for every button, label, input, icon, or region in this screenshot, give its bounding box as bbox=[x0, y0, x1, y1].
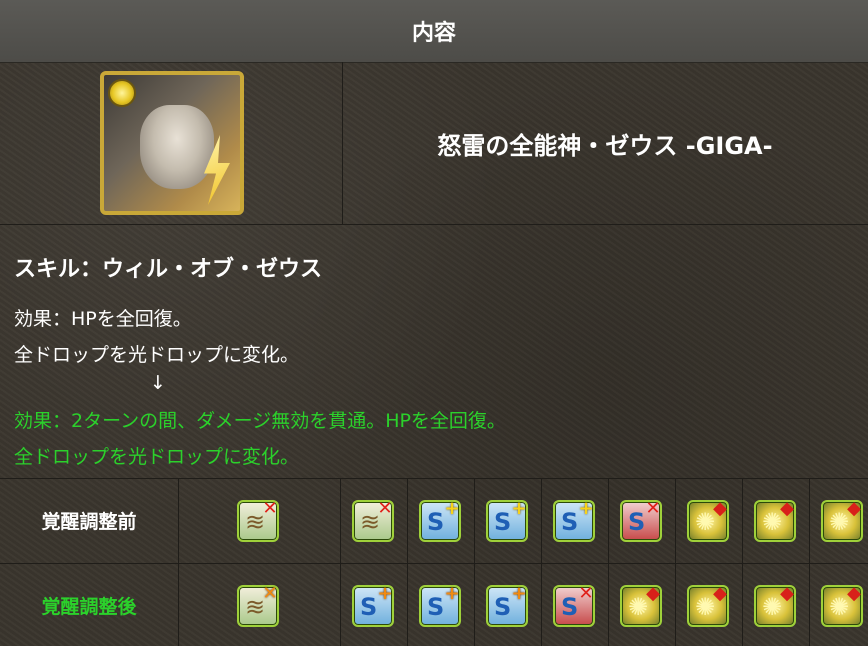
wave-x-icon[interactable]: ≋ ✕ bbox=[352, 499, 394, 542]
after-row-label: 覚醒調整後 bbox=[41, 595, 137, 618]
wave-x-orange-icon[interactable]: ≋ ✕ bbox=[237, 584, 279, 627]
light-attribute-icon bbox=[108, 79, 136, 107]
blue-plus-orange-icon[interactable]: S + bbox=[486, 584, 528, 627]
table-header: 内容 bbox=[0, 0, 868, 63]
awakening-change-table: 内容 怒雷の全能神・ゼウス -GIGA- スキル：ウィル・オブ・ゼウス 効果：H… bbox=[0, 0, 868, 646]
divider bbox=[178, 478, 179, 646]
skill-title: スキル：ウィル・オブ・ゼウス bbox=[14, 257, 323, 282]
blue-x-icon[interactable]: S ✕ bbox=[620, 499, 662, 542]
skill-before-line2: 全ドロップを光ドロップに変化。 bbox=[14, 344, 300, 366]
wave-x-icon[interactable]: ≋ ✕ bbox=[237, 499, 279, 542]
divider bbox=[675, 478, 676, 646]
divider bbox=[541, 478, 542, 646]
blue-plus-orange-icon[interactable]: S + bbox=[419, 584, 461, 627]
sun-diamond-icon[interactable]: ✺ ◆ bbox=[821, 499, 863, 542]
blue-plus-icon[interactable]: S + bbox=[419, 499, 461, 542]
monster-portrait[interactable] bbox=[100, 71, 244, 215]
divider bbox=[742, 478, 743, 646]
divider bbox=[608, 478, 609, 646]
before-row-label: 覚醒調整前 bbox=[41, 511, 137, 533]
down-arrow: ↓ bbox=[150, 372, 166, 394]
skill-after-line2: 全ドロップを光ドロップに変化。 bbox=[14, 446, 300, 468]
sun-diamond-icon[interactable]: ✺ ◆ bbox=[821, 584, 863, 627]
sun-diamond-icon[interactable]: ✺ ◆ bbox=[620, 584, 662, 627]
header-title: 内容 bbox=[411, 21, 456, 46]
skill-before-line1: 効果：HPを全回復。 bbox=[14, 308, 192, 330]
blue-plus-icon[interactable]: S + bbox=[553, 499, 595, 542]
sun-diamond-icon[interactable]: ✺ ◆ bbox=[754, 499, 796, 542]
sun-diamond-icon[interactable]: ✺ ◆ bbox=[687, 584, 729, 627]
divider bbox=[474, 478, 475, 646]
monster-name: 怒雷の全能神・ゼウス -GIGA- bbox=[437, 131, 773, 160]
blue-plus-icon[interactable]: S + bbox=[486, 499, 528, 542]
divider bbox=[809, 478, 810, 646]
sun-diamond-icon[interactable]: ✺ ◆ bbox=[754, 584, 796, 627]
sun-diamond-icon[interactable]: ✺ ◆ bbox=[687, 499, 729, 542]
divider bbox=[407, 478, 408, 646]
blue-plus-orange-icon[interactable]: S + bbox=[352, 584, 394, 627]
divider bbox=[340, 478, 341, 646]
blue-x-icon[interactable]: S ✕ bbox=[553, 584, 595, 627]
skill-after-line1: 効果：2ターンの間、ダメージ無効を貫通。HPを全回復。 bbox=[14, 410, 506, 432]
zeus-face-image bbox=[140, 105, 214, 189]
divider bbox=[0, 224, 868, 225]
